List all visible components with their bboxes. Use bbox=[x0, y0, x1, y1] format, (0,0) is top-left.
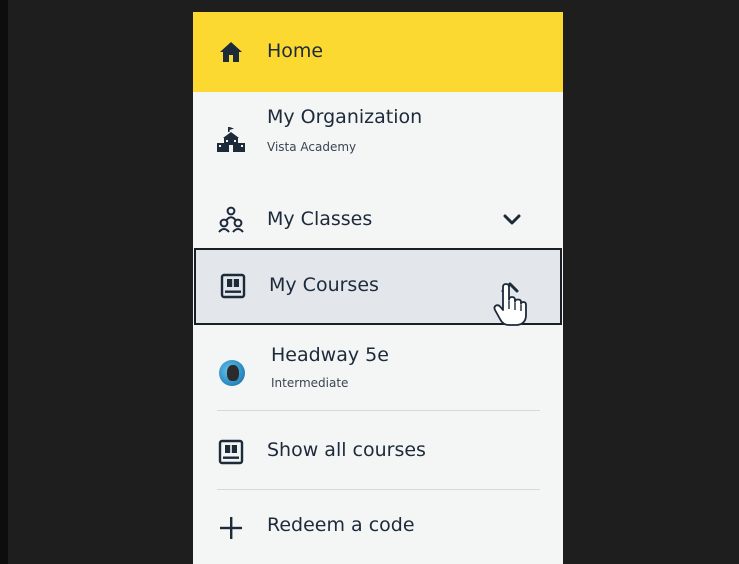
nav-item-label: My Organization bbox=[267, 106, 423, 128]
nav-item-label: My Courses bbox=[269, 274, 379, 296]
school-building-icon bbox=[217, 126, 245, 154]
nav-item-classes[interactable]: My Classes bbox=[193, 186, 563, 252]
book-icon bbox=[217, 438, 245, 466]
side-navigation: Home My Organization Vista Academy My Cl… bbox=[193, 12, 563, 564]
menu-divider bbox=[217, 410, 540, 411]
course-avatar bbox=[219, 360, 245, 386]
plus-icon bbox=[217, 514, 245, 542]
nav-item-organization[interactable]: My Organization Vista Academy bbox=[193, 92, 563, 186]
nav-item-label: Show all courses bbox=[267, 439, 426, 461]
hand-pointer-cursor-icon bbox=[493, 283, 527, 327]
screen-backdrop: Home My Organization Vista Academy My Cl… bbox=[0, 0, 739, 564]
home-icon bbox=[217, 38, 245, 66]
nav-item-home[interactable]: Home bbox=[193, 12, 563, 92]
nav-item-label: My Classes bbox=[267, 208, 373, 230]
nav-item-label: Redeem a code bbox=[267, 514, 415, 536]
people-group-icon bbox=[217, 206, 245, 234]
nav-item-sublabel: Vista Academy bbox=[267, 140, 357, 154]
chevron-down-icon[interactable] bbox=[501, 209, 523, 231]
course-item-headway[interactable]: Headway 5e Intermediate bbox=[193, 332, 563, 412]
nav-item-show-all-courses[interactable]: Show all courses bbox=[193, 414, 563, 490]
course-item-sublabel: Intermediate bbox=[271, 376, 349, 390]
left-edge bbox=[0, 0, 8, 564]
nav-item-label: Home bbox=[267, 40, 324, 62]
book-icon bbox=[219, 272, 247, 300]
course-item-label: Headway 5e bbox=[271, 344, 389, 366]
nav-item-redeem-code[interactable]: Redeem a code bbox=[193, 490, 563, 564]
